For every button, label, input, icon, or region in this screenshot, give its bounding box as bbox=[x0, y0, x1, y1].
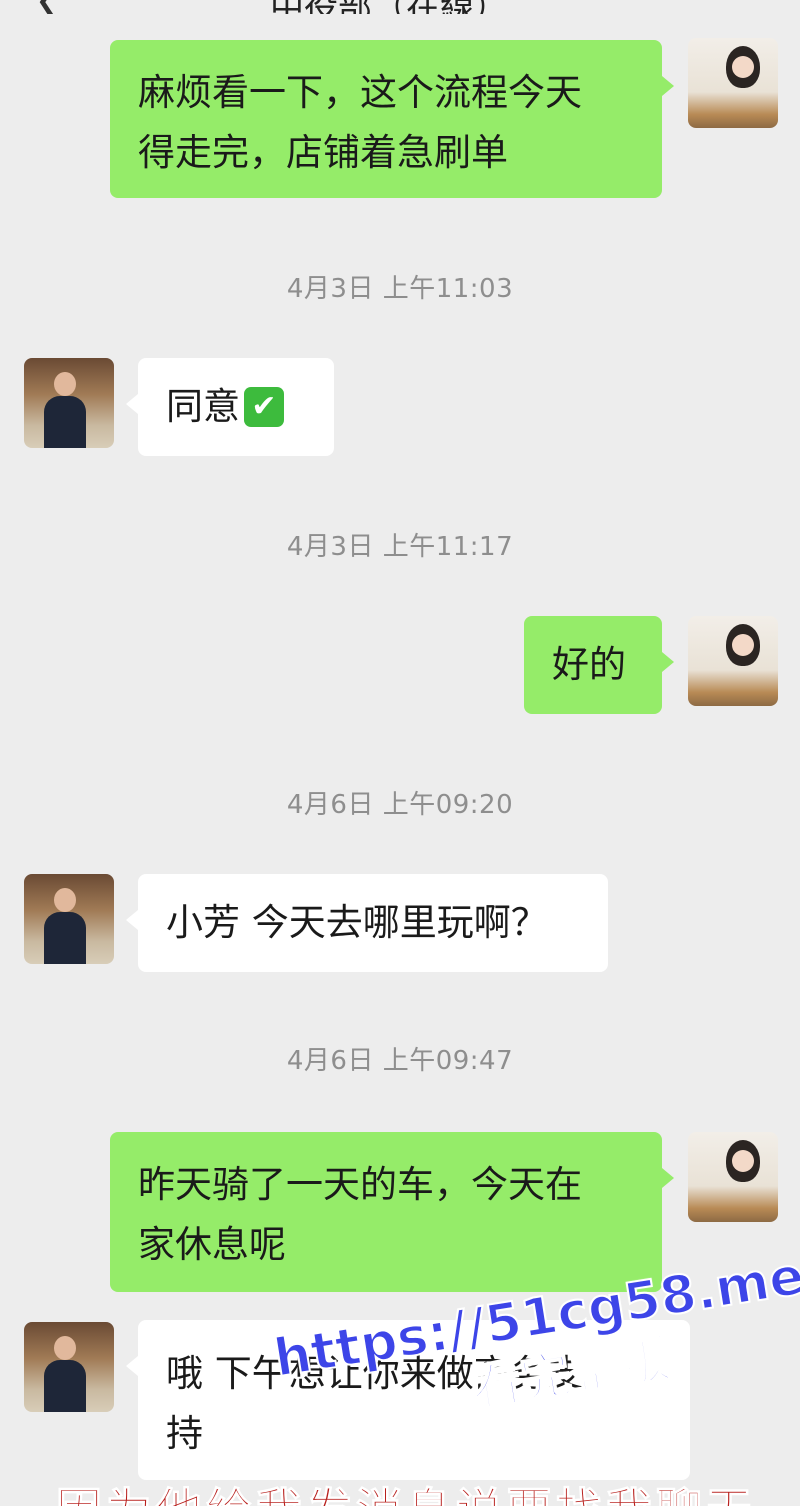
chat-header: ❮ 中役部（在線） bbox=[0, 0, 800, 14]
message-bubble-received[interactable]: 小芳 今天去哪里玩啊？ bbox=[126, 874, 608, 972]
message-text: 好的 bbox=[552, 643, 626, 686]
timestamp: 4月3日 上午11:17 bbox=[286, 532, 514, 562]
my-avatar[interactable] bbox=[688, 38, 778, 128]
contact-avatar[interactable] bbox=[24, 1322, 114, 1412]
my-avatar[interactable] bbox=[688, 1132, 778, 1222]
message-bubble-sent[interactable]: 好的 bbox=[524, 616, 674, 714]
message-bubble-received[interactable]: 同意 ✔ bbox=[126, 358, 334, 456]
contact-avatar[interactable] bbox=[24, 874, 114, 964]
timestamp: 4月6日 上午09:20 bbox=[286, 790, 514, 820]
check-mark-icon: ✔ bbox=[244, 387, 284, 427]
message-text-line: 得走完，店铺着急刷单 bbox=[138, 131, 508, 174]
caption-text: 因为他给我发消息说要找我聊天 bbox=[56, 1474, 756, 1506]
message-text-line: 家休息呢 bbox=[138, 1223, 286, 1266]
chevron-left-icon[interactable]: ❮ bbox=[36, 0, 58, 14]
video-caption: 因为他给我发消息说要找我聊天 bbox=[0, 1474, 800, 1506]
message-bubble-sent[interactable]: 麻烦看一下，这个流程今天 得走完，店铺着急刷单 bbox=[110, 40, 674, 198]
contact-avatar[interactable] bbox=[24, 358, 114, 448]
message-text-line: 昨天骑了一天的车，今天在 bbox=[138, 1163, 582, 1206]
message-bubble-sent[interactable]: 昨天骑了一天的车，今天在 家休息呢 bbox=[110, 1132, 674, 1292]
message-text: 小芳 今天去哪里玩啊？ bbox=[166, 901, 548, 944]
message-text: 同意 bbox=[166, 385, 240, 428]
message-text-line: 麻烦看一下，这个流程今天 bbox=[138, 71, 582, 114]
my-avatar[interactable] bbox=[688, 616, 778, 706]
timestamp: 4月6日 上午09:47 bbox=[286, 1046, 514, 1076]
timestamp: 4月3日 上午11:03 bbox=[286, 274, 514, 304]
chat-title: 中役部（在線） bbox=[270, 0, 508, 14]
